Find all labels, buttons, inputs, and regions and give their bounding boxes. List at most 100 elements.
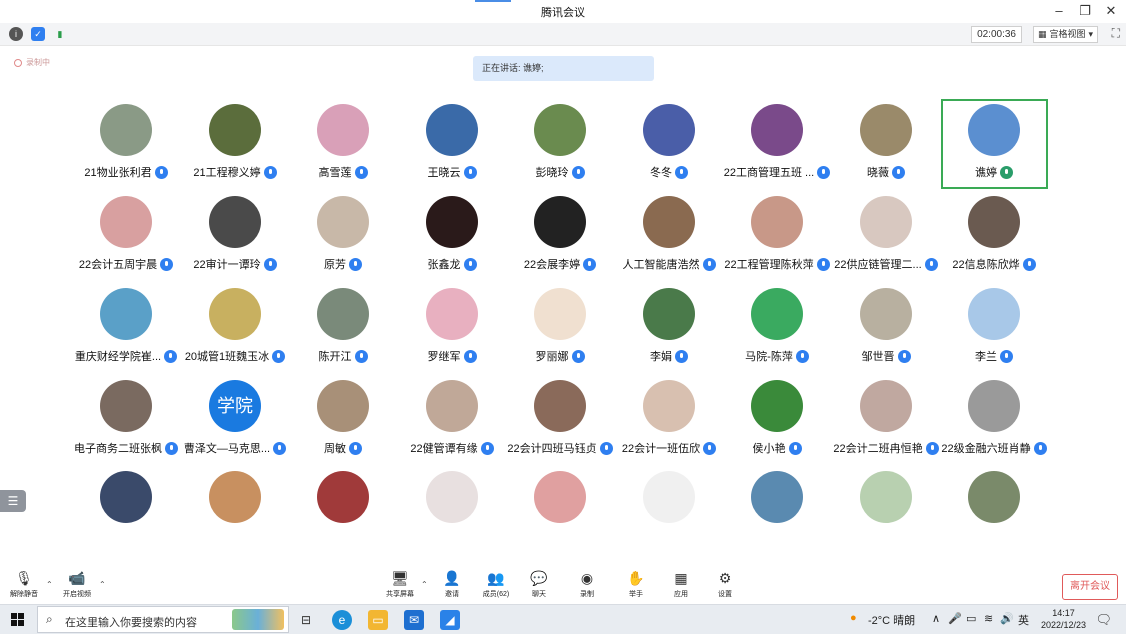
file-explorer-icon[interactable]: ▭ bbox=[368, 610, 388, 630]
participant-name-row: 陈开江 bbox=[283, 348, 403, 364]
participant-tile[interactable]: 重庆财经学院崔... bbox=[72, 288, 180, 380]
control-bar: 🎙 解除静音 ⌃ 📹 开启视频 ⌃ 🖥 共享屏幕 ⌃ 👤 邀请 👥 成员(62)… bbox=[0, 567, 1126, 604]
participant-tile[interactable]: 22工程管理陈秋萍 bbox=[723, 196, 831, 288]
taskbar-search[interactable]: ⌕ 在这里输入你要搜索的内容 bbox=[37, 606, 289, 633]
participant-name-row: 21物业张利君 bbox=[66, 164, 186, 180]
video-button[interactable]: 📹 开启视频 bbox=[55, 569, 99, 599]
participant-tile[interactable]: 21工程穆义婷 bbox=[181, 104, 289, 196]
tencent-meeting-icon[interactable]: ◢ bbox=[440, 610, 460, 630]
participant-tile[interactable] bbox=[289, 471, 397, 563]
participant-name: 20城管1班魏玉冰 bbox=[184, 351, 270, 363]
leave-meeting-button[interactable]: 离开会议 bbox=[1062, 574, 1118, 600]
participant-tile[interactable]: 22审计一谭玲 bbox=[181, 196, 289, 288]
participant-tile[interactable] bbox=[940, 471, 1048, 563]
participant-tile[interactable]: 22健管谭有缘 bbox=[398, 380, 506, 472]
participant-mic-icon bbox=[583, 257, 597, 271]
edge-browser-icon[interactable]: e bbox=[332, 610, 352, 630]
participant-name: 22审计一谭玲 bbox=[193, 259, 261, 271]
participant-tile[interactable]: 原芳 bbox=[289, 196, 397, 288]
participant-tile[interactable] bbox=[398, 471, 506, 563]
battery-icon[interactable]: ▭ bbox=[966, 612, 976, 625]
participant-tile[interactable]: 李娟 bbox=[615, 288, 723, 380]
participant-tile[interactable]: 学院 曹泽文—马克思... bbox=[181, 380, 289, 472]
participant-tile[interactable]: 22会展李婷 bbox=[506, 196, 614, 288]
participant-tile[interactable] bbox=[72, 471, 180, 563]
participant-avatar bbox=[317, 288, 369, 340]
participant-tile[interactable] bbox=[181, 471, 289, 563]
participant-tile[interactable]: 20城管1班魏玉冰 bbox=[181, 288, 289, 380]
participant-tile[interactable]: 张鑫龙 bbox=[398, 196, 506, 288]
participant-tile[interactable]: 21物业张利君 bbox=[72, 104, 180, 196]
participant-mic-icon bbox=[354, 165, 368, 179]
participant-tile[interactable]: 22信息陈欣烨 bbox=[940, 196, 1048, 288]
shield-icon[interactable]: ✓ bbox=[31, 27, 45, 41]
participant-name: 曹泽文—马克思... bbox=[183, 443, 271, 455]
participant-name: 周敏 bbox=[324, 443, 346, 455]
participant-tile[interactable]: 马院-陈萍 bbox=[723, 288, 831, 380]
task-view-icon[interactable]: ⊟ bbox=[296, 610, 316, 630]
info-icon[interactable]: i bbox=[9, 27, 23, 41]
participant-tile[interactable]: 彭晓玲 bbox=[506, 104, 614, 196]
settings-button[interactable]: ⚙ 设置 bbox=[703, 569, 747, 599]
mute-button[interactable]: 🎙 解除静音 bbox=[2, 569, 46, 599]
video-options-chevron-icon[interactable]: ⌃ bbox=[99, 580, 106, 589]
ime-indicator[interactable]: 英 bbox=[1018, 612, 1029, 628]
maximize-button[interactable]: ❐ bbox=[1078, 3, 1092, 19]
participant-tile[interactable]: 22会计五周宇晨 bbox=[72, 196, 180, 288]
participant-tile[interactable]: 22工商管理五班 ... bbox=[723, 104, 831, 196]
participant-tile[interactable] bbox=[615, 471, 723, 563]
participant-avatar bbox=[643, 196, 695, 248]
participant-tile[interactable]: 22会计一班伍欣 bbox=[615, 380, 723, 472]
participant-avatar bbox=[209, 288, 261, 340]
apps-button[interactable]: ▦ 应用 bbox=[659, 569, 703, 599]
taskbar-clock[interactable]: 14:17 2022/12/23 bbox=[1041, 607, 1086, 631]
participant-tile[interactable]: 李兰 bbox=[940, 288, 1048, 380]
participant-tile[interactable]: 高雪莲 bbox=[289, 104, 397, 196]
notification-icon[interactable]: 🗨 bbox=[1095, 612, 1112, 628]
share-screen-button[interactable]: 🖥 共享屏幕 bbox=[378, 569, 422, 599]
view-switch-button[interactable]: ▦ 宫格视图 ▾ bbox=[1032, 26, 1098, 43]
participant-mic-icon bbox=[1022, 257, 1036, 271]
record-button[interactable]: ◉ 录制 bbox=[565, 569, 609, 599]
windows-start-icon[interactable] bbox=[11, 613, 24, 626]
participant-tile[interactable]: 人工智能唐浩然 bbox=[615, 196, 723, 288]
participant-tile[interactable]: 22级金融六班肖静 bbox=[940, 380, 1048, 472]
share-options-chevron-icon[interactable]: ⌃ bbox=[421, 580, 428, 589]
invite-button[interactable]: 👤 邀请 bbox=[430, 569, 474, 599]
participant-tile[interactable] bbox=[832, 471, 940, 563]
chat-button[interactable]: 💬 聊天 bbox=[517, 569, 561, 599]
participant-avatar bbox=[426, 380, 478, 432]
participant-name: 22工程管理陈秋萍 bbox=[724, 259, 814, 271]
participant-tile[interactable]: 22会计二班冉恒艳 bbox=[832, 380, 940, 472]
mail-icon[interactable]: ✉ bbox=[404, 610, 424, 630]
participant-name: 侯小艳 bbox=[752, 443, 786, 455]
close-button[interactable]: ✕ bbox=[1104, 3, 1118, 19]
participant-tile[interactable]: 陈开江 bbox=[289, 288, 397, 380]
fullscreen-icon[interactable]: ⛶ bbox=[1112, 26, 1120, 41]
participant-tile[interactable]: 冬冬 bbox=[615, 104, 723, 196]
participant-tile[interactable]: 晓薇 bbox=[832, 104, 940, 196]
participant-tile[interactable]: 罗继军 bbox=[398, 288, 506, 380]
side-menu-button[interactable]: ☰ bbox=[0, 490, 26, 512]
participant-tile[interactable]: 电子商务二班张枫 bbox=[72, 380, 180, 472]
participant-tile[interactable]: 王晓云 bbox=[398, 104, 506, 196]
network-icon[interactable]: ≋ bbox=[984, 612, 993, 625]
mic-tray-icon[interactable]: 🎤 bbox=[948, 612, 962, 625]
share-screen-icon: 🖥 bbox=[391, 570, 409, 586]
minimize-button[interactable]: – bbox=[1052, 3, 1066, 19]
participant-tile[interactable]: 邹世晋 bbox=[832, 288, 940, 380]
participant-tile[interactable] bbox=[506, 471, 614, 563]
participant-tile[interactable] bbox=[723, 471, 831, 563]
participant-tile[interactable]: 罗丽娜 bbox=[506, 288, 614, 380]
raise-hand-button[interactable]: ✋ 举手 bbox=[614, 569, 658, 599]
participant-name: 重庆财经学院崔... bbox=[74, 351, 162, 363]
mute-options-chevron-icon[interactable]: ⌃ bbox=[46, 580, 53, 589]
members-button[interactable]: 👥 成员(62) bbox=[474, 569, 518, 599]
participant-tile[interactable]: 周敏 bbox=[289, 380, 397, 472]
volume-icon[interactable]: 🔊 bbox=[1000, 612, 1014, 625]
signal-icon[interactable]: ▮ bbox=[53, 27, 67, 41]
tray-expand-icon[interactable]: ∧ bbox=[932, 612, 940, 625]
participant-tile[interactable]: 侯小艳 bbox=[723, 380, 831, 472]
participant-tile[interactable]: 22供应链管理二... bbox=[832, 196, 940, 288]
participant-tile[interactable]: 22会计四班马钰贞 bbox=[506, 380, 614, 472]
